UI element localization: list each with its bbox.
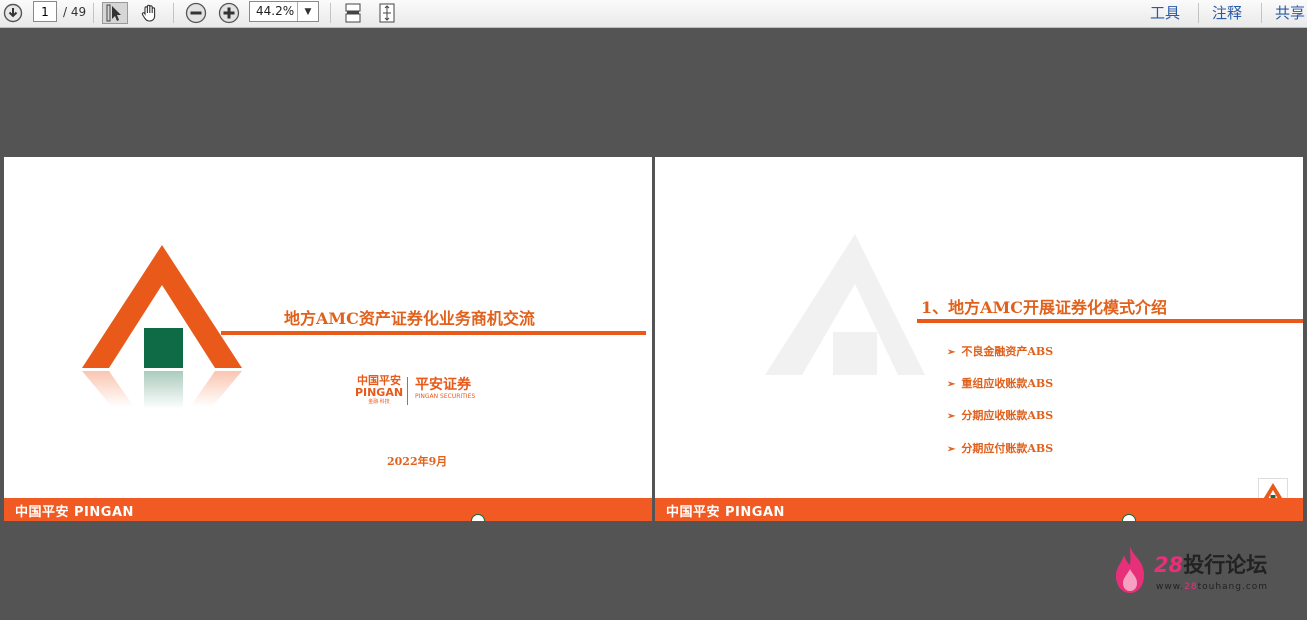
logo-tagline: 金融·科技 (368, 399, 390, 405)
list-item: ➢ 不良金融资产ABS (947, 343, 1053, 359)
slide-footer: 中国平安 PINGAN (4, 498, 652, 521)
footer-brand: 中国平安 PINGAN (15, 505, 134, 520)
zoom-level-value: 44.2% (256, 4, 295, 18)
select-tool-button[interactable] (102, 2, 128, 24)
hand-tool-button[interactable] (136, 2, 162, 24)
section-heading: 1、地方AMC开展证券化模式介绍 (921, 298, 1167, 317)
next-page-button[interactable] (1, 2, 25, 24)
watermark-text: 投行论坛 (1183, 553, 1268, 577)
slide-1[interactable]: 地方AMC资产证券化业务商机交流 中国平安 PINGAN 金融·科技 平安证券 … (4, 157, 652, 521)
forum-watermark: 28投行论坛 www.28touhang.com (1112, 545, 1302, 597)
hand-icon (141, 4, 156, 22)
list-item-text: 不良金融资产ABS (961, 345, 1054, 358)
url-prefix: www. (1156, 582, 1185, 592)
footer-badge-icon (1122, 514, 1136, 521)
pdf-toolbar: 1 / 49 44.2% ▼ 工具 注释 共享 (0, 0, 1307, 28)
zoom-level-select[interactable]: 44.2% ▼ (249, 1, 319, 22)
logo-securities-en: PINGAN SECURITIES (415, 393, 476, 400)
minus-circle-icon (185, 2, 207, 24)
footer-badge-icon (471, 514, 485, 521)
slide-title: 地方AMC资产证券化业务商机交流 (284, 309, 535, 328)
arrow-bullet-icon: ➢ (947, 444, 956, 455)
fit-page-icon (379, 3, 395, 23)
toolbar-separator (330, 3, 331, 23)
fit-page-button[interactable] (375, 2, 399, 24)
list-item: ➢ 重组应收账款ABS (947, 375, 1053, 391)
flame-logo-icon (1116, 547, 1144, 593)
slide-2[interactable]: 1、地方AMC开展证券化模式介绍 ➢ 不良金融资产ABS ➢ 重组应收账款ABS ➢… (655, 157, 1303, 521)
list-item-text: 重组应收账款ABS (961, 377, 1054, 390)
chevron-down-icon[interactable]: ▼ (297, 2, 318, 21)
watermark-url: www.28touhang.com (1156, 582, 1268, 592)
page-total-label: / 49 (63, 5, 87, 19)
toolbar-separator (93, 3, 94, 23)
pingan-group-logo: 中国平安 PINGAN 金融·科技 (349, 375, 409, 406)
pingan-securities-logo: 平安证券 PINGAN SECURITIES (415, 377, 475, 401)
title-underline (221, 331, 646, 335)
list-item: ➢ 分期应付账款ABS (947, 440, 1053, 456)
list-item-text: 分期应付账款ABS (961, 442, 1054, 455)
page-scroll-icon (345, 3, 361, 23)
slide-date: 2022年9月 (387, 455, 448, 468)
share-menu[interactable]: 共享 (1275, 2, 1305, 23)
arrow-bullet-icon: ➢ (947, 347, 956, 358)
zoom-in-button[interactable] (216, 2, 242, 24)
list-item: ➢ 分期应收账款ABS (947, 407, 1053, 423)
footer-brand: 中国平安 PINGAN (666, 505, 785, 520)
list-item-text: 分期应收账款ABS (961, 409, 1054, 422)
plus-circle-icon (218, 2, 240, 24)
house-watermark-icon (765, 234, 925, 375)
house-logo-icon (82, 245, 242, 409)
annotate-menu[interactable]: 注释 (1212, 2, 1242, 23)
heading-underline (917, 319, 1303, 323)
slide-footer: 中国平安 PINGAN (655, 498, 1303, 521)
watermark-number: 28 (1154, 553, 1184, 577)
logo-en-text: PINGAN (354, 386, 404, 399)
url-suffix: touhang.com (1197, 582, 1269, 592)
tools-menu[interactable]: 工具 (1150, 2, 1180, 23)
toolbar-separator (173, 3, 174, 23)
zoom-out-button[interactable] (183, 2, 209, 24)
scroll-mode-button[interactable] (341, 2, 365, 24)
cursor-select-icon (106, 4, 121, 22)
arrow-down-circle-icon (3, 3, 23, 23)
logo-securities-cn: 平安证券 (415, 377, 471, 393)
watermark-title: 28投行论坛 (1154, 553, 1267, 577)
toolbar-separator (1198, 3, 1199, 23)
url-highlight: 28 (1184, 582, 1198, 592)
arrow-bullet-icon: ➢ (947, 411, 956, 422)
logo-divider (407, 377, 408, 405)
page-number-input[interactable]: 1 (33, 1, 57, 22)
arrow-bullet-icon: ➢ (947, 379, 956, 390)
toolbar-separator (1261, 3, 1262, 23)
